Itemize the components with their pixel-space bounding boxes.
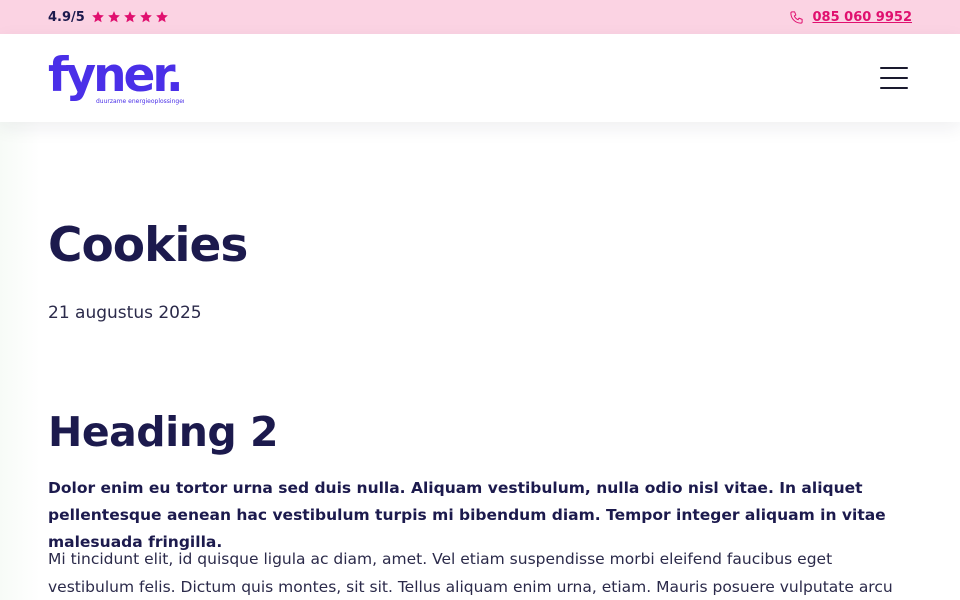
rating-stars — [91, 10, 169, 24]
rating-score: 4.9/5 — [48, 9, 85, 25]
star-icon — [155, 10, 169, 24]
lead-paragraph: Dolor enim eu tortor urna sed duis nulla… — [48, 479, 886, 551]
star-icon — [107, 10, 121, 24]
star-icon — [139, 10, 153, 24]
publish-date: 21 augustus 2025 — [48, 303, 202, 323]
star-icon — [123, 10, 137, 24]
phone-number[interactable]: 085 060 9952 — [812, 10, 912, 25]
section-heading: Heading 2 — [48, 408, 279, 456]
menu-line — [880, 87, 908, 89]
top-bar: 4.9/5 085 060 9952 — [0, 0, 960, 34]
body-paragraph: Mi tincidunt elit, id quisque ligula ac … — [48, 550, 893, 596]
hamburger-menu-icon[interactable] — [880, 67, 908, 89]
svg-text:duurzame energieoplossingen: duurzame energieoplossingen — [96, 98, 184, 105]
phone-link[interactable]: 085 060 9952 — [789, 10, 912, 25]
main-content: Cookies 21 augustus 2025 Heading 2 Dolor… — [0, 122, 960, 600]
fyner-logo[interactable]: fyner. duurzame energieoplossingen — [48, 49, 184, 107]
site-header: fyner. duurzame energieoplossingen — [0, 34, 960, 122]
phone-icon — [789, 10, 804, 25]
page-title: Cookies — [48, 218, 248, 273]
svg-text:fyner.: fyner. — [48, 49, 181, 103]
star-icon — [91, 10, 105, 24]
menu-line — [880, 67, 908, 69]
menu-line — [880, 77, 908, 79]
rating: 4.9/5 — [48, 10, 169, 25]
